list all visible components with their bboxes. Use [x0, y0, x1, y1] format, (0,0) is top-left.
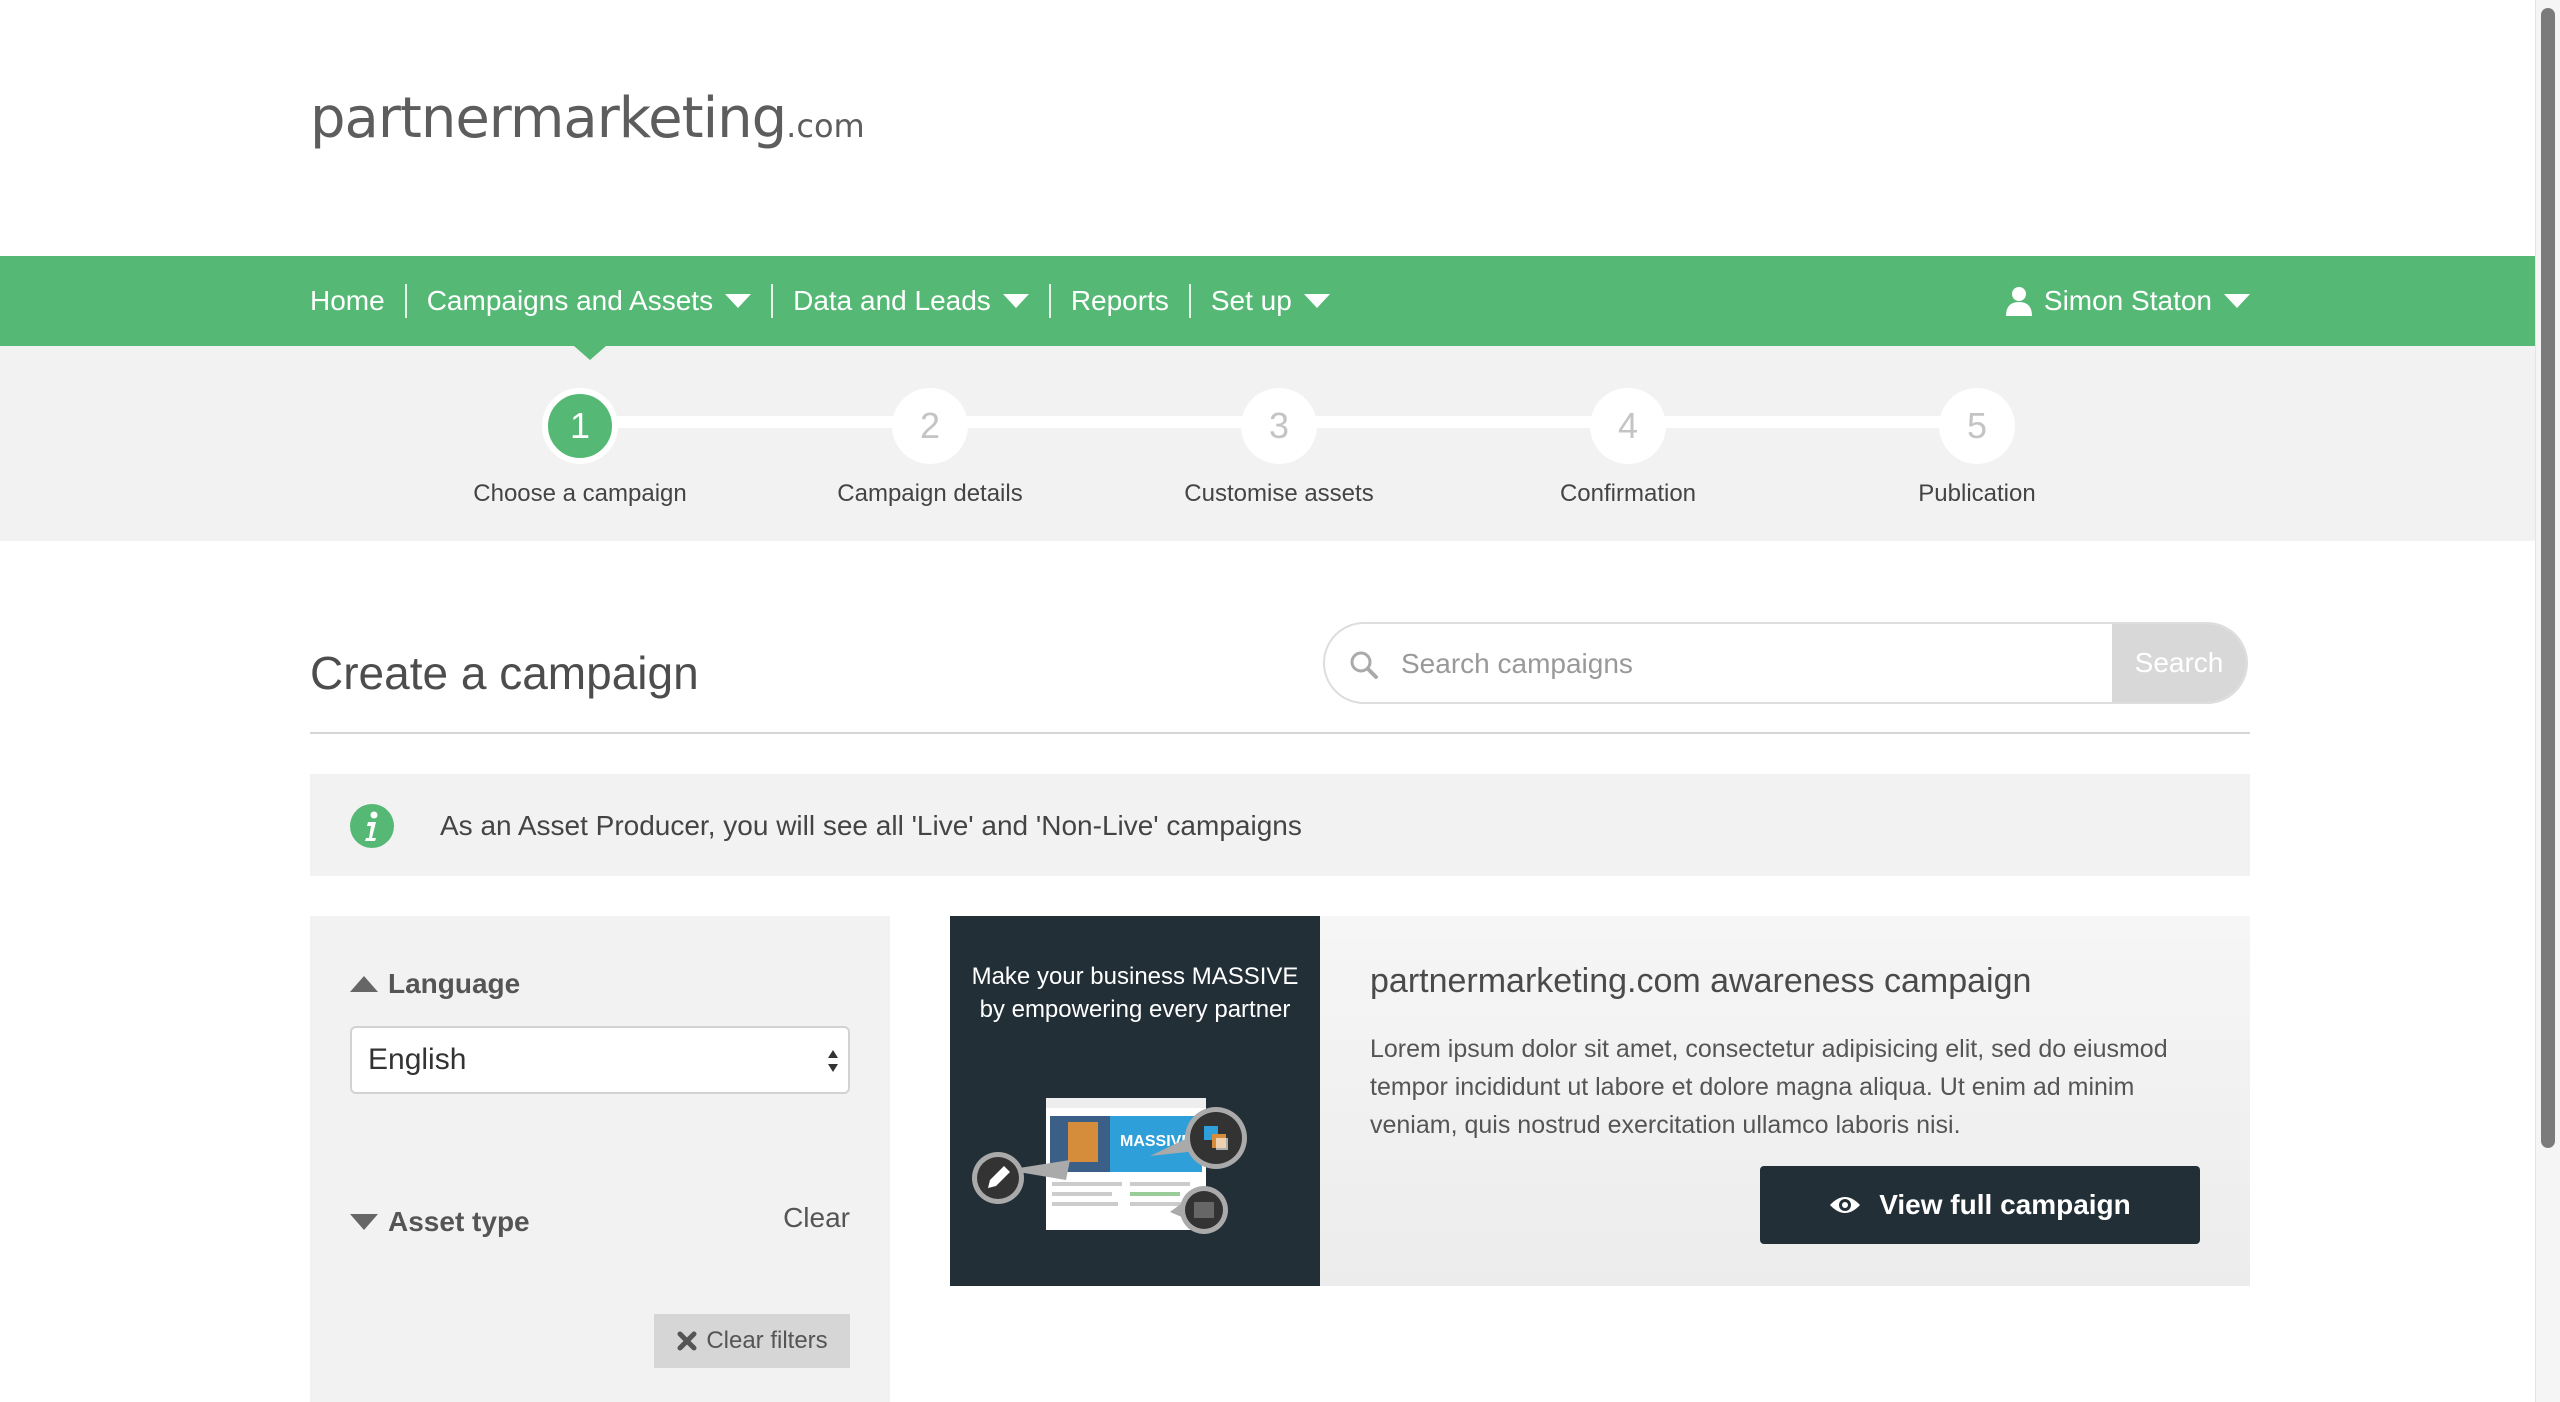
step-label: Publication [1918, 480, 2036, 507]
nav-item-reports[interactable]: Reports [1048, 284, 1189, 318]
clear-filters-button[interactable]: Clear filters [654, 1314, 850, 1368]
search-button[interactable]: Search [2112, 624, 2246, 702]
info-text: As an Asset Producer, you will see all '… [440, 810, 1302, 841]
step-label: Confirmation [1559, 480, 1697, 507]
nav-label-data-and-leads: Data and Leads [793, 285, 991, 316]
step-4: 4 Confirmation [1498, 388, 1758, 508]
expand-down-icon [350, 1214, 378, 1230]
nav-label-campaigns-and-assets: Campaigns and Assets [426, 285, 714, 316]
active-nav-pointer [574, 346, 606, 360]
language-select[interactable]: English [350, 1026, 850, 1094]
search-bar: Search [1323, 622, 2248, 704]
logo-brand: partnermarketing [310, 86, 787, 151]
nav-item-home[interactable]: Home [310, 284, 405, 318]
search-input[interactable] [1399, 624, 2103, 702]
close-icon [677, 1331, 697, 1351]
main-nav: Home Campaigns and Assets Data and Leads… [0, 256, 2560, 346]
select-arrows-icon [828, 1050, 838, 1072]
scrollbar-thumb[interactable] [2541, 8, 2555, 1148]
caret-down-icon [1002, 294, 1029, 308]
asset-type-label: Asset type [388, 1206, 530, 1237]
view-full-campaign-button[interactable]: View full campaign [1760, 1166, 2200, 1244]
caret-down-icon [725, 294, 752, 308]
page-scrollbar[interactable] [2535, 0, 2560, 1402]
clear-filters-label: Clear filters [706, 1327, 828, 1354]
step-number: 1 [542, 388, 618, 464]
step-label: Customise assets [1184, 480, 1374, 507]
campaign-thumbnail[interactable]: Make your business MASSIVE by empowering… [950, 916, 1320, 1286]
logo[interactable]: partnermarketing.com [310, 86, 865, 151]
nav-label-home: Home [310, 285, 385, 316]
caret-down-icon [1303, 294, 1330, 308]
title-divider [310, 732, 2250, 734]
clear-asset-type-link[interactable]: Clear [783, 1202, 850, 1234]
search-icon [1350, 651, 1378, 679]
nav-label-set-up: Set up [1210, 285, 1292, 316]
user-name: Simon Staton [2043, 285, 2212, 316]
step-2: 2 Campaign details [800, 388, 1060, 508]
campaign-preview-illustration: MASSIVE [972, 1098, 1247, 1234]
step-3: 3 Customise assets [1149, 388, 1409, 508]
page-title: Create a campaign [310, 647, 699, 699]
filters-panel: Language English Asset type Clear Clear … [310, 916, 890, 1402]
collapse-up-icon [350, 976, 378, 992]
language-label: Language [388, 968, 521, 999]
caret-down-icon [2224, 294, 2250, 308]
logo-suffix: .com [786, 107, 865, 145]
step-label: Campaign details [837, 480, 1023, 507]
thumbnail-text: Make your business MASSIVE by empowering… [971, 963, 1299, 1023]
language-value: English [368, 1043, 467, 1076]
campaign-title[interactable]: partnermarketing.com awareness campaign [1370, 962, 2031, 1001]
step-number: 4 [1590, 388, 1666, 464]
info-banner: As an Asset Producer, you will see all '… [310, 774, 2250, 876]
step-5: 5 Publication [1847, 388, 2107, 508]
campaign-card: Make your business MASSIVE by empowering… [950, 916, 2250, 1286]
language-filter-toggle[interactable]: Language [350, 968, 520, 1000]
step-1: 1 Choose a campaign [450, 388, 710, 508]
view-full-campaign-label: View full campaign [1879, 1189, 2131, 1220]
eye-icon [1830, 1197, 1861, 1213]
nav-label-reports: Reports [1070, 285, 1169, 316]
user-icon [2005, 287, 2032, 316]
asset-type-filter-toggle[interactable]: Asset type [350, 1206, 530, 1238]
nav-item-data-and-leads[interactable]: Data and Leads [771, 284, 1049, 318]
step-number: 5 [1939, 388, 2015, 464]
info-icon [350, 804, 394, 848]
step-number: 3 [1241, 388, 1317, 464]
step-label: Choose a campaign [473, 480, 687, 507]
progress-stepper: 1 Choose a campaign 2 Campaign details 3… [0, 346, 2560, 541]
nav-item-campaigns-and-assets[interactable]: Campaigns and Assets [404, 284, 771, 318]
user-menu[interactable]: Simon Staton [2005, 256, 2250, 346]
campaign-description: Lorem ipsum dolor sit amet, consectetur … [1370, 1035, 2168, 1139]
nav-item-set-up[interactable]: Set up [1188, 284, 1350, 318]
step-number: 2 [892, 388, 968, 464]
